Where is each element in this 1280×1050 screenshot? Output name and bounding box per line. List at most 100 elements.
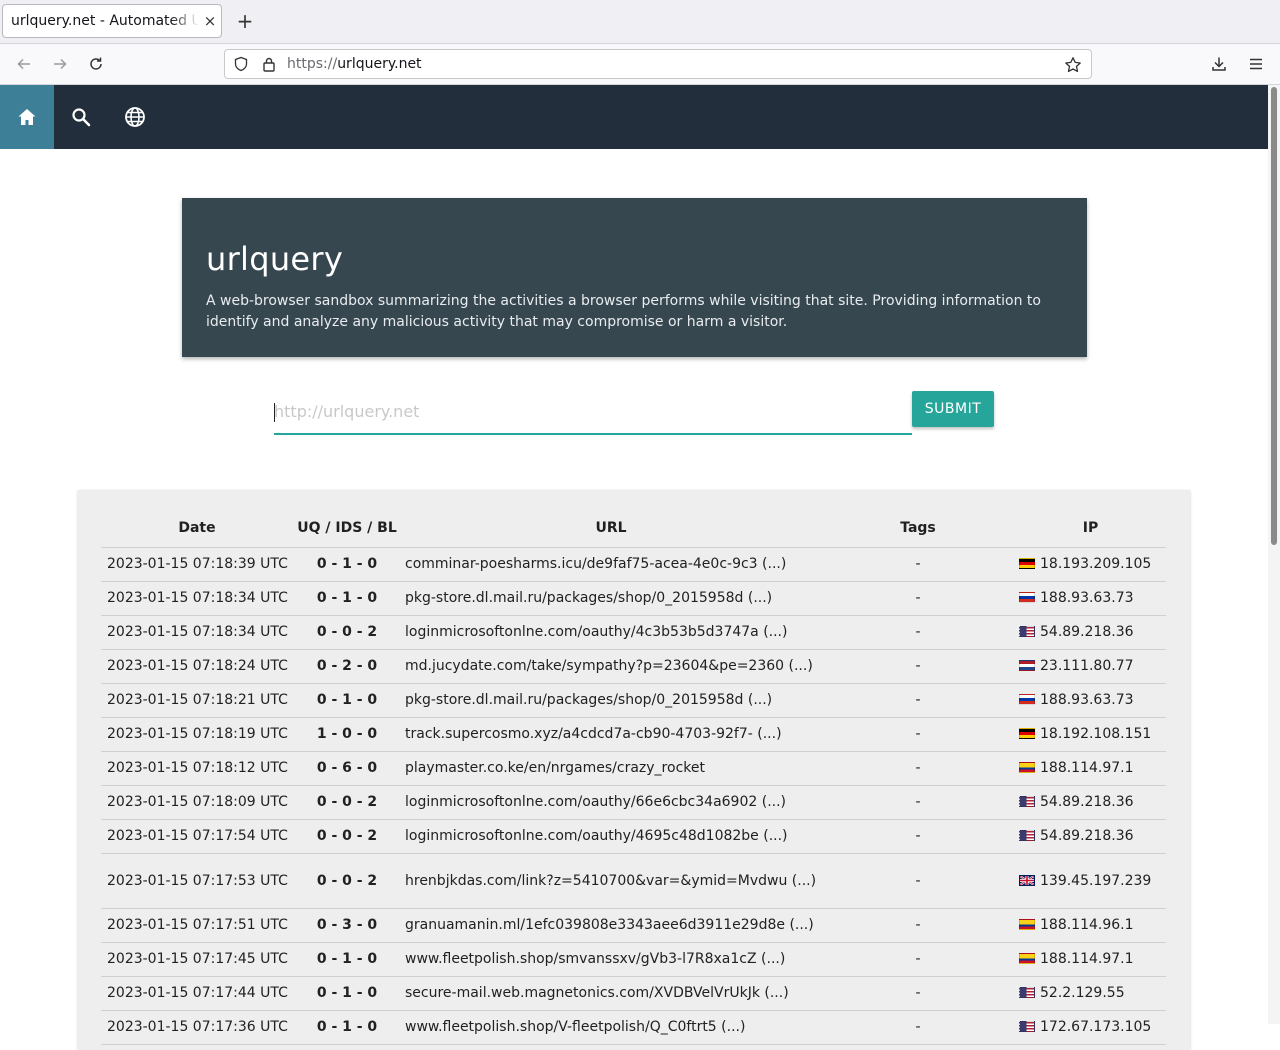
row-url-link[interactable]: loginmicrosoftonlne.com/oauthy/4695c48d1… [401, 819, 821, 854]
new-tab-button[interactable]: + [234, 10, 256, 32]
row-ip[interactable]: 172.67.173.105 [1015, 1010, 1166, 1045]
row-date: 2023-01-15 07:17:44 UTC [101, 976, 293, 1011]
url-host: urlquery.net [337, 56, 422, 72]
browser-toolbar: https://urlquery.net [0, 44, 1280, 85]
tab-close-icon[interactable]: × [199, 12, 221, 30]
scrollbar-thumb[interactable] [1271, 87, 1277, 545]
recent-reports-panel: Date UQ / IDS / BL URL Tags IP 2023-01-1… [78, 490, 1190, 1050]
row-ip[interactable]: 139.45.197.239 [1015, 853, 1166, 909]
row-url-link[interactable]: secure-mail.web.magnetonics.com/XVDBVelV… [401, 976, 821, 1011]
downloads-button[interactable] [1207, 52, 1231, 76]
app-menu-button[interactable] [1244, 52, 1268, 76]
row-ip[interactable]: 18.192.108.151 [1015, 717, 1166, 752]
row-url-link[interactable]: www.fleetpolish.shop/V-fleetpolish/Q_C0f… [401, 1010, 821, 1045]
reload-icon [90, 57, 102, 70]
bookmark-star-icon[interactable] [1061, 53, 1085, 77]
submit-button[interactable]: SUBMIT [912, 391, 994, 427]
row-url-link[interactable]: playmaster.co.ke/en/nrgames/crazy_rocket [401, 751, 821, 786]
column-header-url[interactable]: URL [401, 510, 821, 548]
row-url-link[interactable]: loginmicrosoftonlne.com/oauthy/4c3b53b5d… [401, 615, 821, 650]
shield-icon[interactable] [229, 52, 253, 76]
row-date: 2023-01-15 07:18:19 UTC [101, 717, 293, 752]
country-flag-icon [1019, 796, 1035, 807]
row-ip[interactable]: 52.2.129.55 [1015, 976, 1166, 1011]
url-search-input[interactable] [274, 391, 912, 431]
row-url-link[interactable]: track.supercosmo.xyz/a4cdcd7a-cb90-4703-… [401, 717, 821, 752]
row-date: 2023-01-15 07:17:54 UTC [101, 819, 293, 854]
nav-globe[interactable] [108, 85, 162, 149]
row-ip[interactable]: 18.193.209.105 [1015, 547, 1166, 582]
browser-tab-bar: urlquery.net - Automated URL Analysis × … [0, 0, 1280, 44]
row-url-link[interactable]: loginmicrosoftonlne.com/oauthy/66e6cbc34… [401, 785, 821, 820]
row-url-link[interactable]: comminar-poesharms.icu/de9faf75-acea-4e0… [401, 547, 821, 582]
browser-tab[interactable]: urlquery.net - Automated URL Analysis × [2, 4, 222, 38]
row-url-link[interactable]: pkg-store.dl.mail.ru/packages/shop/0_201… [401, 683, 821, 718]
row-ip[interactable]: 188.93.63.73 [1015, 581, 1166, 616]
column-header-date[interactable]: Date [101, 510, 293, 548]
table-row[interactable]: 2023-01-15 07:17:45 UTC 0 - 1 - 0 www.flee… [101, 942, 1166, 977]
page-scrollbar[interactable] [1268, 85, 1280, 1024]
table-row[interactable]: 2023-01-15 07:17:44 UTC 0 - 1 - 0 secure-m… [101, 976, 1166, 1011]
row-ip-address: 188.93.63.73 [1040, 590, 1134, 606]
table-row[interactable]: 2023-01-15 07:17:36 UTC 0 - 1 - 0 www.flee… [101, 1010, 1166, 1045]
nav-search[interactable] [54, 85, 108, 149]
row-ip[interactable]: 188.114.97.1 [1015, 751, 1166, 786]
table-row[interactable]: 2023-01-15 07:18:39 UTC 0 - 1 - 0 comminar… [101, 547, 1166, 582]
row-url-link[interactable]: md.jucydate.com/take/sympathy?p=23604&pe… [401, 649, 821, 684]
row-url-link[interactable]: www.fleetpolish.shop/smvanssxv/gVb3-l7R8… [401, 942, 821, 977]
column-header-score[interactable]: UQ / IDS / BL [293, 510, 401, 548]
url-text: https://urlquery.net [287, 56, 422, 72]
address-bar[interactable]: https://urlquery.net [224, 49, 1092, 79]
column-header-tags[interactable]: Tags [821, 510, 1015, 548]
row-score: 1 - 0 - 0 [293, 717, 401, 752]
site-title: urlquery [206, 240, 344, 278]
row-score: 0 - 3 - 0 [293, 908, 401, 943]
row-ip[interactable]: 54.89.218.36 [1015, 819, 1166, 854]
lock-icon[interactable] [257, 52, 281, 76]
row-url-link[interactable]: pkg-store.dl.mail.ru/packages/shop/0_201… [401, 581, 821, 616]
row-url-link[interactable]: granuamanin.ml/1efc039808e3343aee6d3911e… [401, 908, 821, 943]
row-ip[interactable]: 54.89.218.36 [1015, 785, 1166, 820]
row-score: 0 - 1 - 0 [293, 547, 401, 582]
row-ip-address: 54.89.218.36 [1040, 624, 1134, 640]
table-row[interactable]: 2023-01-15 07:17:54 UTC 0 - 0 - 2 loginmic… [101, 819, 1166, 854]
row-date: 2023-01-15 07:17:45 UTC [101, 942, 293, 977]
table-row[interactable]: 2023-01-15 07:17:53 UTC 0 - 0 - 2 hrenbjkd… [101, 853, 1166, 909]
row-ip[interactable]: 188.93.63.73 [1015, 683, 1166, 718]
row-ip[interactable]: 23.111.80.77 [1015, 649, 1166, 684]
row-tags: - [821, 649, 1015, 684]
table-row[interactable]: 2023-01-15 07:17:51 UTC 0 - 3 - 0 granuama… [101, 908, 1166, 943]
row-date: 2023-01-15 07:17:53 UTC [101, 853, 293, 909]
row-date: 2023-01-15 07:18:34 UTC [101, 581, 293, 616]
row-tags: - [821, 976, 1015, 1011]
hamburger-menu-icon [1250, 58, 1262, 70]
row-ip[interactable]: 54.89.218.36 [1015, 615, 1166, 650]
back-button[interactable] [12, 52, 36, 76]
table-row[interactable]: 2023-01-15 07:18:34 UTC 0 - 1 - 0 pkg-stor… [101, 581, 1166, 616]
column-header-ip[interactable]: IP [1015, 510, 1166, 548]
nav-home[interactable] [0, 85, 54, 149]
row-ip-address: 188.114.97.1 [1040, 760, 1134, 776]
table-row[interactable]: 2023-01-15 07:18:19 UTC 1 - 0 - 0 track.su… [101, 717, 1166, 752]
row-score: 0 - 1 - 0 [293, 683, 401, 718]
row-ip[interactable]: 188.114.97.1 [1015, 942, 1166, 977]
site-navbar [0, 85, 1268, 149]
row-ip-address: 172.67.173.105 [1040, 1019, 1152, 1035]
row-score: 0 - 1 - 0 [293, 1010, 401, 1045]
table-row[interactable]: 2023-01-15 07:18:21 UTC 0 - 1 - 0 pkg-stor… [101, 683, 1166, 718]
row-tags: - [821, 581, 1015, 616]
table-row[interactable]: 2023-01-15 07:18:12 UTC 0 - 6 - 0 playmast… [101, 751, 1166, 786]
row-date: 2023-01-15 07:18:12 UTC [101, 751, 293, 786]
row-url-link[interactable]: hrenbjkdas.com/link?z=5410700&var=&ymid=… [401, 853, 821, 909]
forward-button[interactable] [48, 52, 72, 76]
country-flag-icon [1019, 558, 1035, 569]
row-ip[interactable]: 188.114.96.1 [1015, 908, 1166, 943]
row-ip-address: 18.192.108.151 [1040, 726, 1152, 742]
reload-button[interactable] [84, 52, 108, 76]
row-date: 2023-01-15 07:18:09 UTC [101, 785, 293, 820]
site-description: A web-browser sandbox summarizing the ac… [206, 293, 1041, 330]
table-row[interactable]: 2023-01-15 07:18:24 UTC 0 - 2 - 0 md.jucyd… [101, 649, 1166, 684]
row-score: 0 - 1 - 0 [293, 942, 401, 977]
table-row[interactable]: 2023-01-15 07:18:09 UTC 0 - 0 - 2 loginmic… [101, 785, 1166, 820]
table-row[interactable]: 2023-01-15 07:18:34 UTC 0 - 0 - 2 loginmic… [101, 615, 1166, 650]
